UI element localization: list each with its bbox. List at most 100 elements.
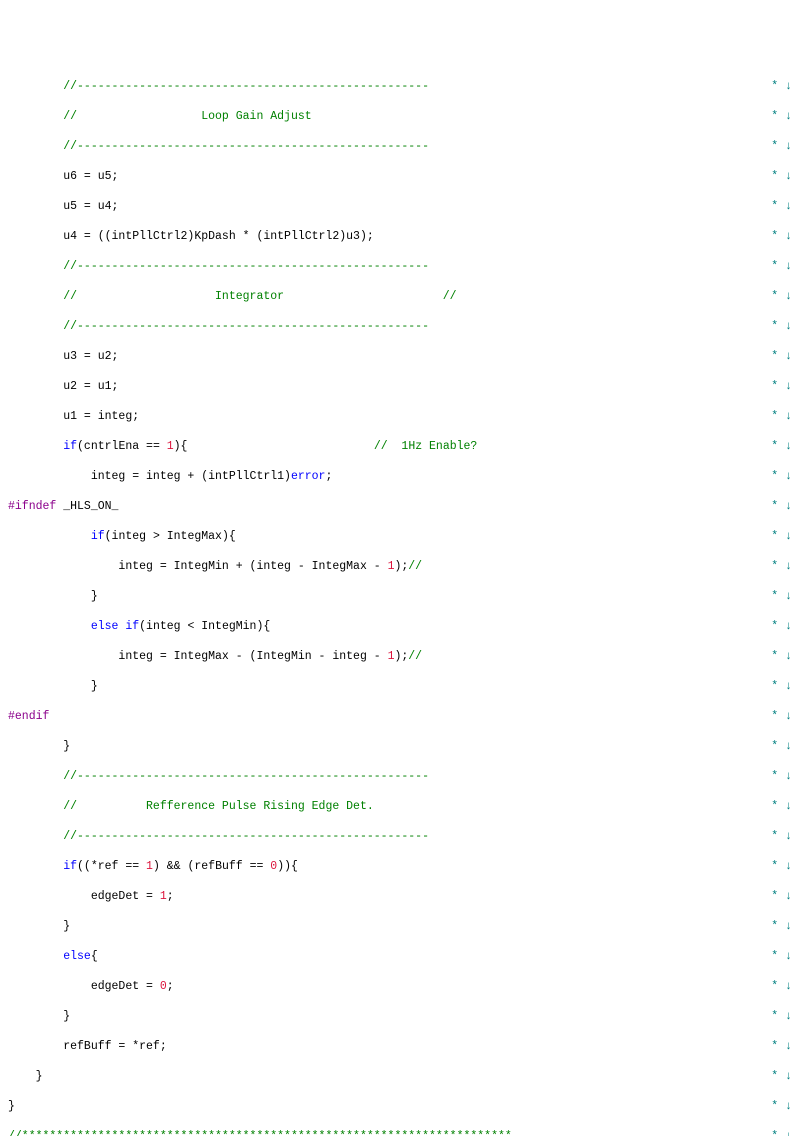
macro-name: _HLS_ON_ [56,500,118,513]
comment-rule: //--------------------------------------… [8,830,429,843]
eol-marker: * ↓ [771,890,792,903]
eol-marker: * ↓ [771,200,792,213]
eol-marker: * ↓ [771,830,792,843]
brace: } [8,919,70,934]
eol-marker: * ↓ [771,410,792,423]
brace-open: { [91,950,98,963]
keyword-if: if [63,440,77,453]
eol-marker: * ↓ [771,1040,792,1053]
eol-marker: * ↓ [771,230,792,243]
eol-marker: * ↓ [771,140,792,153]
section-title-loop-gain: // Loop Gain Adjust [8,110,312,123]
literal-one: 1 [167,440,174,453]
comment-rule: //--------------------------------------… [8,80,429,93]
eol-marker: * ↓ [771,380,792,393]
eol-marker: * ↓ [771,590,792,603]
code-text: integ = IntegMin + (integ - IntegMax - [8,560,388,573]
code-block: //--------------------------------------… [8,64,792,1136]
eol-marker: * ↓ [771,1130,792,1136]
literal-zero: 0 [160,980,167,993]
cond-text: ){ [174,440,188,453]
code-text: ; [167,890,174,903]
code-text: integ = integ + (intPllCtrl1) [8,470,291,483]
keyword-else: else [63,950,91,963]
section-title-edge-det: // Refference Pulse Rising Edge Det. [8,800,374,813]
eol-marker: * ↓ [771,920,792,933]
eol-marker: * ↓ [771,80,792,93]
literal-one: 1 [146,860,153,873]
comment-1hz-enable: // 1Hz Enable? [374,440,478,453]
section-title-integrator: // Integrator [8,290,284,303]
eol-marker: * ↓ [771,650,792,663]
eol-marker: * ↓ [771,740,792,753]
literal-zero: 0 [270,860,277,873]
literal-one: 1 [388,650,395,663]
eol-marker: * ↓ [771,680,792,693]
eol-marker: * ↓ [771,1010,792,1023]
comment-rule: //--------------------------------------… [8,320,429,333]
cond-text: ) && (refBuff == [153,860,270,873]
brace: } [8,1069,43,1084]
code-line: u4 = ((intPllCtrl2)KpDash * (intPllCtrl2… [8,229,374,244]
code-text: ); [394,560,408,573]
eol-marker: * ↓ [771,530,792,543]
indent [8,530,91,543]
eol-marker: * ↓ [771,710,792,723]
eol-marker: * ↓ [771,770,792,783]
eol-marker: * ↓ [771,440,792,453]
eol-marker: * ↓ [771,170,792,183]
cond-text: ((*ref == [77,860,146,873]
eol-marker: * ↓ [771,1100,792,1113]
code-text: edgeDet = [8,980,160,993]
eol-marker: * ↓ [771,800,792,813]
brace: } [8,589,98,604]
code-line: u3 = u2; [8,349,118,364]
indent [8,860,63,873]
cond-text: (integ > IntegMax){ [105,530,236,543]
keyword-if: if [91,530,105,543]
code-line: refBuff = *ref; [8,1039,167,1054]
code-text: integ = IntegMax - (IntegMin - integ - [8,650,388,663]
brace: } [8,1009,70,1024]
code-text: ; [325,470,332,483]
comment-rule: //--------------------------------------… [8,140,429,153]
eol-marker: * ↓ [771,950,792,963]
eol-marker: * ↓ [771,470,792,483]
eol-marker: * ↓ [771,1070,792,1083]
code-text: edgeDet = [8,890,160,903]
comment-rule: //--------------------------------------… [8,770,429,783]
comment-rule: //--------------------------------------… [8,260,429,273]
cond-text: )){ [277,860,298,873]
eol-marker: * ↓ [771,320,792,333]
identifier-error: error [291,470,326,483]
eol-marker: * ↓ [771,110,792,123]
keyword-if: if [63,860,77,873]
literal-one: 1 [160,890,167,903]
code-text: ; [167,980,174,993]
comment-tail: // [443,290,457,303]
brace: } [8,679,98,694]
eol-marker: * ↓ [771,500,792,513]
code-text: ); [394,650,408,663]
preproc-endif: #endif [8,710,49,723]
preproc-ifndef: #ifndef [8,500,56,513]
eol-marker: * ↓ [771,620,792,633]
comment-slashes: // [408,560,422,573]
indent [8,950,63,963]
eol-marker: * ↓ [771,350,792,363]
brace: } [8,1099,15,1114]
comment-stars: //**************************************… [8,1130,512,1136]
eol-marker: * ↓ [771,560,792,573]
code-line: u1 = integ; [8,409,139,424]
eol-marker: * ↓ [771,260,792,273]
code-line: u5 = u4; [8,199,118,214]
comment-slashes: // [408,650,422,663]
code-line: u6 = u5; [8,169,118,184]
cond-text: (cntrlEna == [77,440,167,453]
indent [8,620,91,633]
eol-marker: * ↓ [771,980,792,993]
cond-text: (integ < IntegMin){ [139,620,270,633]
eol-marker: * ↓ [771,860,792,873]
indent [8,440,63,453]
keyword-else-if: else if [91,620,139,633]
